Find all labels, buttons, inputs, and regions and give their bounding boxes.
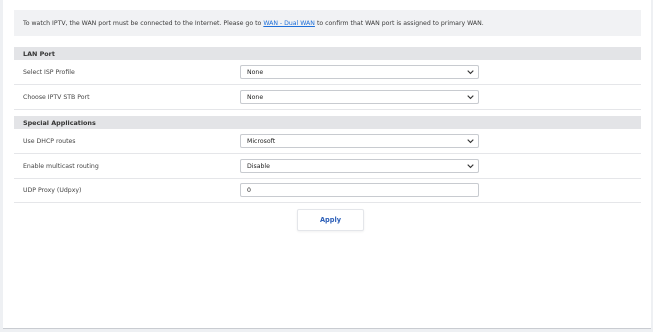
- stb-port-value: None: [247, 93, 264, 101]
- row-multicast-routing: Enable multicast routing Disable: [14, 155, 641, 179]
- udp-proxy-label: UDP Proxy (Udpxy): [23, 187, 82, 194]
- row-udp-proxy: UDP Proxy (Udpxy) 0: [14, 179, 641, 203]
- section-header-lan-port: LAN Port: [14, 47, 641, 60]
- stb-port-select[interactable]: None: [240, 90, 479, 104]
- chevron-down-icon: [467, 164, 474, 169]
- multicast-routing-value: Disable: [247, 162, 270, 170]
- chevron-down-icon: [467, 139, 474, 144]
- isp-profile-value: None: [247, 68, 264, 76]
- dhcp-routes-label: Use DHCP routes: [23, 138, 76, 145]
- row-stb-port: Choose IPTV STB Port None: [14, 86, 641, 110]
- multicast-routing-label: Enable multicast routing: [23, 163, 99, 170]
- notice-text-before: To watch IPTV, the WAN port must be conn…: [23, 19, 262, 27]
- notice-text-after: to confirm that WAN port is assigned to …: [316, 19, 484, 27]
- udp-proxy-value: 0: [247, 186, 251, 194]
- stb-port-label: Choose IPTV STB Port: [23, 94, 90, 101]
- iptv-settings-panel: To watch IPTV, the WAN port must be conn…: [3, 0, 651, 329]
- apply-button[interactable]: Apply: [297, 209, 364, 231]
- wan-notice: To watch IPTV, the WAN port must be conn…: [14, 10, 641, 36]
- udp-proxy-input[interactable]: 0: [240, 183, 479, 197]
- wan-dual-wan-link[interactable]: WAN - Dual WAN: [263, 20, 315, 27]
- row-isp-profile: Select ISP Profile None: [14, 61, 641, 85]
- section-header-special-applications: Special Applications: [14, 116, 641, 129]
- isp-profile-select[interactable]: None: [240, 65, 479, 79]
- isp-profile-label: Select ISP Profile: [23, 69, 75, 76]
- chevron-down-icon: [467, 95, 474, 100]
- multicast-routing-select[interactable]: Disable: [240, 159, 479, 173]
- dhcp-routes-value: Microsoft: [247, 137, 276, 145]
- dhcp-routes-select[interactable]: Microsoft: [240, 134, 479, 148]
- row-dhcp-routes: Use DHCP routes Microsoft: [14, 130, 641, 154]
- chevron-down-icon: [467, 70, 474, 75]
